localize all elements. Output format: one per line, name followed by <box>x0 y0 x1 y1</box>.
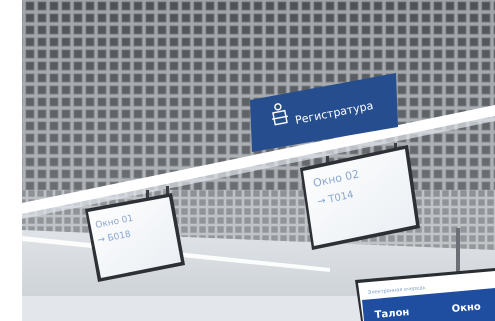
scene-svg: Регистратура Окно 02 → Т014 Окно 01 → Б0… <box>0 0 495 321</box>
pillar <box>456 228 460 278</box>
hospital-registry-photo: Регистратура Окно 02 → Т014 Окно 01 → Б0… <box>0 0 495 321</box>
